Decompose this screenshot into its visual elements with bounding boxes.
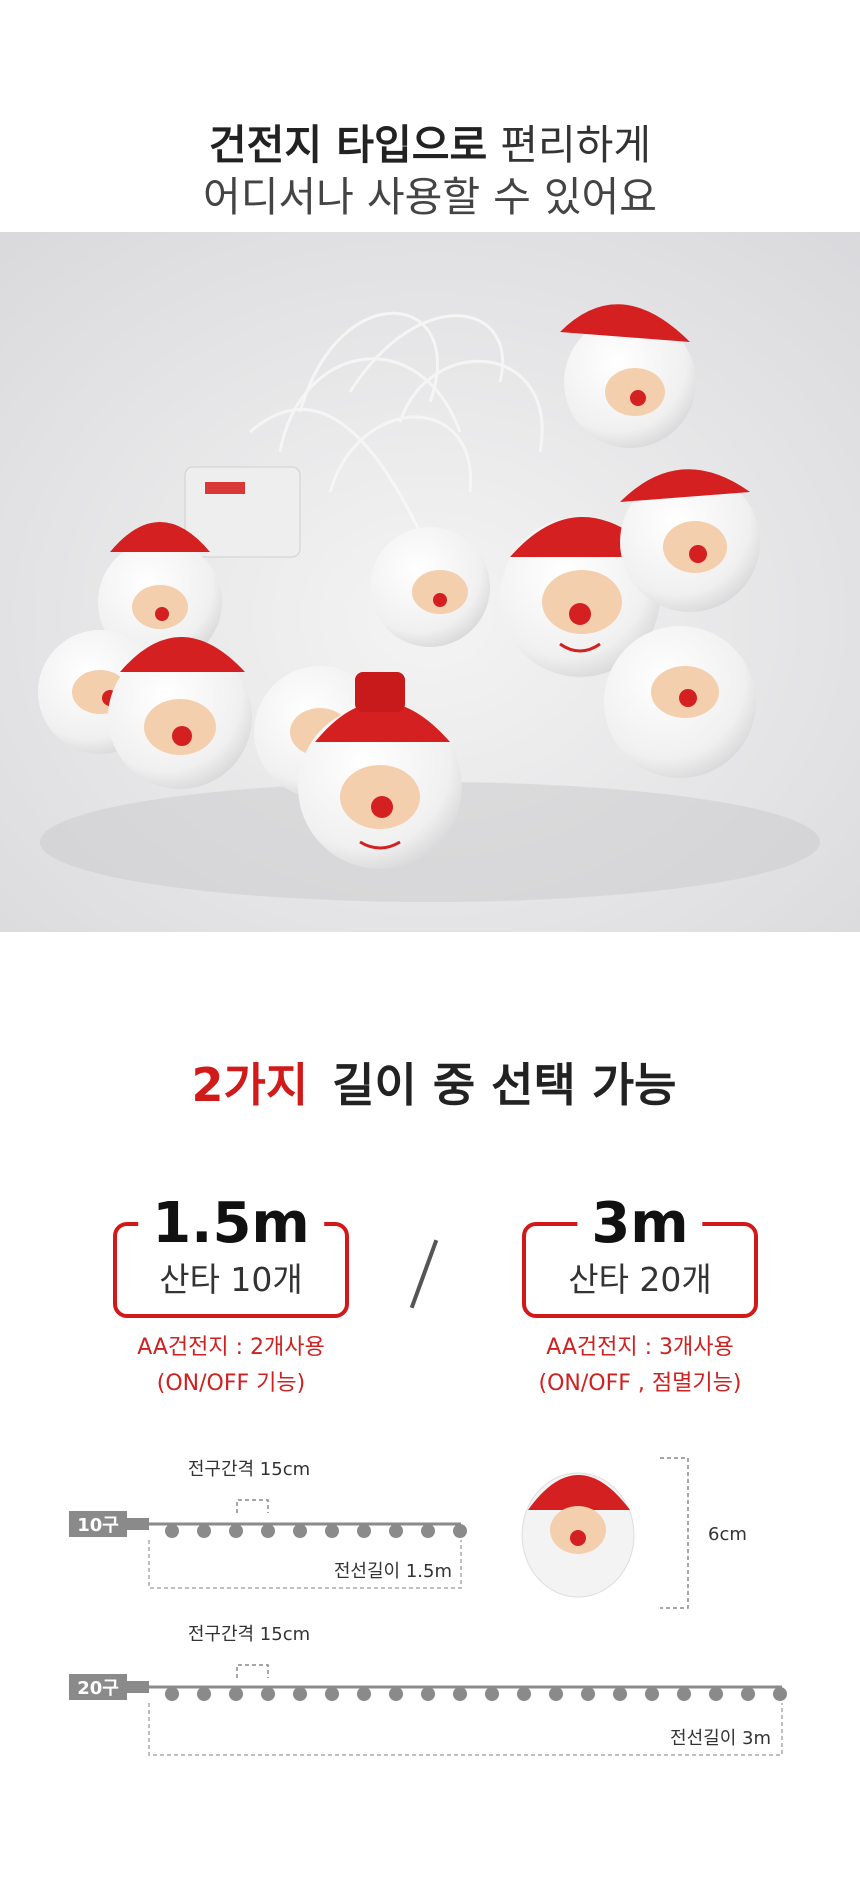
spacing-label: 전구간격 15cm — [188, 1459, 310, 1480]
function-info: (ON/OFF , 점멸기능) — [538, 1371, 742, 1396]
headline-rest: 편리하게 — [487, 121, 652, 169]
section-title: 2가지 길이 중 선택 가능 — [0, 1050, 860, 1120]
battery-info: AA건전지 : 3개사용 — [546, 1335, 734, 1360]
bulb-dot — [261, 1687, 275, 1701]
battery-info: AA건전지 : 2개사용 — [137, 1335, 325, 1360]
bulb-dot — [421, 1524, 435, 1538]
bulb-dot — [709, 1687, 723, 1701]
long-string-diagram: 전구간격 15cm 20구 전선길이 3m — [69, 1624, 787, 1756]
height-label: 6cm — [708, 1524, 747, 1545]
option-info-long: AA건전지 : 3개사용 (ON/OFF , 점멸기능) — [490, 1330, 790, 1402]
bulb-dot — [645, 1687, 659, 1701]
spacing-bracket — [236, 1499, 269, 1513]
bulb-dot — [485, 1687, 499, 1701]
divider-slash — [409, 1239, 439, 1309]
tag-label: 20구 — [77, 1678, 119, 1699]
bulb-dot — [229, 1687, 243, 1701]
height-bracket — [660, 1457, 689, 1609]
title-highlight: 2가지 — [184, 1058, 317, 1112]
bulb-dot — [165, 1524, 179, 1538]
spacing-bracket — [236, 1664, 269, 1678]
spacing-label: 전구간격 15cm — [188, 1624, 310, 1645]
option-length: 3m — [577, 1192, 703, 1256]
bulb-dot — [165, 1687, 179, 1701]
tag-label: 10구 — [77, 1515, 119, 1536]
bulb-dot — [357, 1524, 371, 1538]
option-info-short: AA건전지 : 2개사용 (ON/OFF 기능) — [81, 1330, 381, 1402]
plug — [127, 1518, 149, 1530]
bulb-dot — [357, 1687, 371, 1701]
bulb-dot — [677, 1687, 691, 1701]
option-label: 산타 10개 — [159, 1260, 303, 1299]
santa-hat — [528, 1475, 630, 1510]
bulb-dot — [453, 1524, 467, 1538]
bulb-dot — [229, 1524, 243, 1538]
bulb-dot — [197, 1524, 211, 1538]
headline-bold: 건전지 타입으로 — [208, 121, 488, 169]
option-box-short: 1.5m 산타 10개 — [113, 1192, 349, 1318]
bulb-dot — [517, 1687, 531, 1701]
bulb-row — [165, 1687, 787, 1701]
bulb-dot — [197, 1687, 211, 1701]
length-diagram: 전구간격 15cm 10구 전선길이 1.5m 6cm 전구간격 15cm 20… — [69, 1457, 787, 1756]
bulb-dot — [549, 1687, 563, 1701]
bulb-dot — [773, 1687, 787, 1701]
short-string-diagram: 전구간격 15cm 10구 전선길이 1.5m — [69, 1459, 467, 1589]
bulb-dot — [325, 1687, 339, 1701]
plug — [127, 1681, 149, 1693]
option-label: 산타 20개 — [568, 1260, 712, 1299]
bulb-dot — [389, 1687, 403, 1701]
bulb-dot — [389, 1524, 403, 1538]
product-photo — [0, 232, 860, 932]
bulb-size-figure: 6cm — [521, 1457, 747, 1609]
bulb-dot — [453, 1687, 467, 1701]
bulb-dot — [613, 1687, 627, 1701]
bulb-dot — [581, 1687, 595, 1701]
bulb-dot — [293, 1524, 307, 1538]
bulb-dot — [261, 1524, 275, 1538]
title-rest: 길이 중 선택 가능 — [316, 1058, 677, 1112]
bulb-dot — [293, 1687, 307, 1701]
santa-nose — [570, 1530, 586, 1546]
bulb-row — [165, 1524, 467, 1538]
santa-lights-illustration — [0, 232, 860, 932]
option-length: 1.5m — [138, 1192, 324, 1256]
function-info: (ON/OFF 기능) — [156, 1371, 306, 1396]
headline-line-2: 어디서나 사용할 수 있어요 — [202, 173, 658, 221]
headline-line-1: 건전지 타입으로 편리하게 — [0, 118, 860, 172]
bulb-dot — [325, 1524, 339, 1538]
bulb-dot — [741, 1687, 755, 1701]
option-box-long: 3m 산타 20개 — [522, 1192, 758, 1318]
bulb-dot — [421, 1687, 435, 1701]
wire-length-label: 전선길이 1.5m — [334, 1561, 452, 1582]
wire-length-label: 전선길이 3m — [670, 1728, 771, 1749]
